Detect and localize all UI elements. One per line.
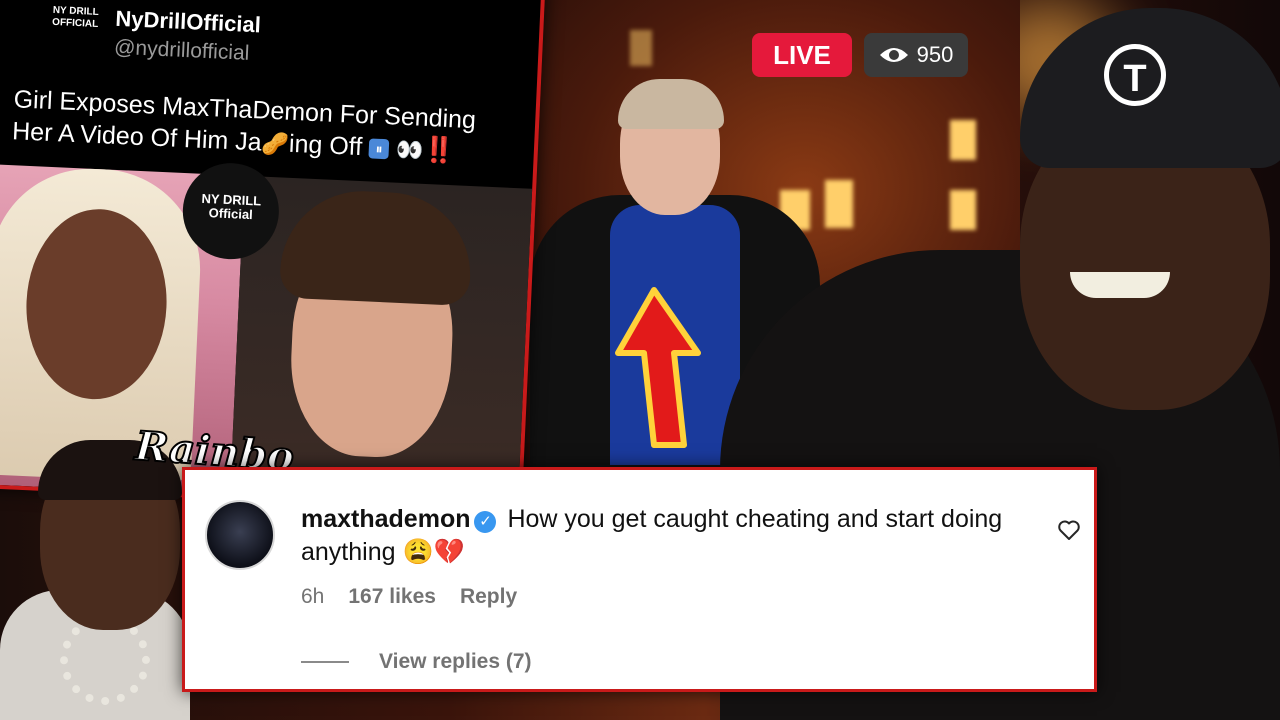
viewer-count-badge: 950 bbox=[864, 33, 968, 77]
broken-heart-emoji: 💔 bbox=[433, 538, 465, 566]
tweet-text: Girl Exposes MaxThaDemon For Sending Her… bbox=[11, 83, 513, 171]
comment-time: 6h bbox=[301, 585, 325, 608]
window-light bbox=[630, 30, 652, 66]
viewer-count: 950 bbox=[916, 42, 954, 67]
double-exclamation-emoji: ‼️ bbox=[422, 135, 456, 166]
view-replies-button[interactable]: View replies (7) bbox=[379, 650, 532, 674]
instagram-comment-card: maxthademon ✓ How you get caught cheating… bbox=[182, 467, 1097, 692]
comment-username[interactable]: maxthademon bbox=[301, 505, 470, 533]
eyes-emoji: 👀 bbox=[395, 136, 424, 163]
reply-button[interactable]: Reply bbox=[460, 585, 517, 609]
eye-icon bbox=[879, 48, 908, 62]
smile bbox=[1070, 272, 1170, 298]
verified-badge-icon: ✓ bbox=[474, 511, 497, 533]
comment-meta: 6h 167 likes Reply bbox=[301, 585, 517, 609]
up-arrow-icon bbox=[615, 287, 701, 448]
tweet-text-part2: ing Off bbox=[288, 129, 363, 162]
beanie-logo: T bbox=[1104, 44, 1166, 106]
comment-likes[interactable]: 167 likes bbox=[348, 585, 436, 609]
heart-icon[interactable] bbox=[1057, 518, 1081, 542]
hair bbox=[278, 187, 474, 307]
bottom-left-person-photo bbox=[0, 440, 190, 720]
divider-line bbox=[301, 661, 349, 663]
view-replies-row[interactable]: View replies (7) bbox=[301, 650, 532, 674]
tweet-author-handle: @nydrillofficial bbox=[113, 35, 250, 65]
comment-text: maxthademon ✓ How you get caught cheating… bbox=[301, 503, 1021, 569]
pause-emoji: ⏸ bbox=[368, 138, 390, 160]
live-badge: LIVE bbox=[752, 33, 852, 77]
commenter-avatar[interactable] bbox=[205, 500, 275, 570]
tweet-author-name: NyDrillOfficial bbox=[114, 5, 262, 38]
weary-face-emoji: 😩 bbox=[402, 538, 434, 566]
hair bbox=[618, 79, 724, 129]
tweet-avatar: NY DRILL OFFICIAL bbox=[48, 0, 103, 52]
peanut-emoji: 🥜 bbox=[261, 130, 290, 157]
